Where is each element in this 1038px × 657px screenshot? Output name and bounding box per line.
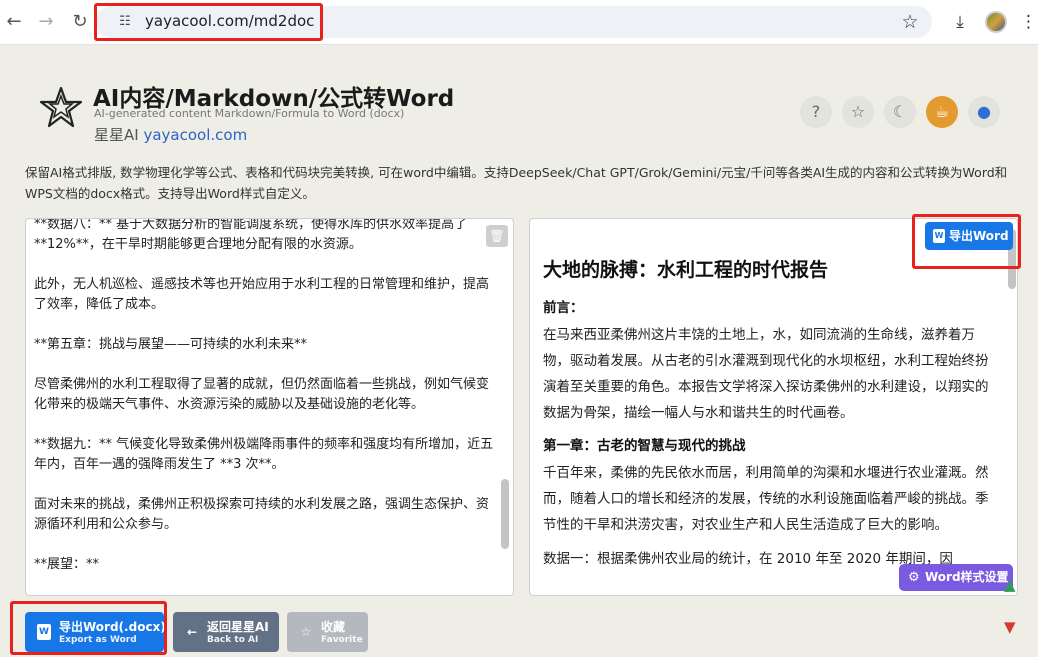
- download-icon[interactable]: ⤓: [948, 10, 972, 34]
- browser-toolbar: ← → ↻ ☷ yayacool.com/md2doc ☆ ⤓ ⋮: [0, 0, 1038, 45]
- browser-menu-icon[interactable]: ⋮: [1020, 10, 1037, 34]
- reload-icon[interactable]: ↻: [68, 10, 92, 34]
- coffee-cup-icon[interactable]: ☕: [926, 96, 958, 128]
- editor-content[interactable]: **数据八：** 基于大数据分析的智能调度系统，使得水库的供水效率提高了 **1…: [34, 218, 494, 595]
- favorite-star-icon[interactable]: ☆: [842, 96, 874, 128]
- favorite-label: 收藏: [321, 620, 346, 634]
- star-icon: ☆: [300, 625, 312, 639]
- editor-line: 面对未来的挑战，柔佛州正积极探索可持续的水利发展之路，强调生态保护、资源循环利用…: [34, 497, 490, 532]
- editor-line: **数据八：** 基于大数据分析的智能调度系统，使得水库的供水效率提高了 **1…: [34, 218, 468, 252]
- editor-line: **第五章：挑战与展望——可持续的水利未来**: [34, 337, 308, 352]
- favorite-button[interactable]: ☆ 收藏 Favorite: [287, 612, 368, 652]
- star-logo-icon: [40, 86, 82, 128]
- feature-description: 保留AI格式排版, 数学物理化学等公式、表格和代码块完美转换, 可在word中编…: [25, 165, 1008, 201]
- word-style-settings-button[interactable]: ⚙ Word样式设置: [899, 564, 1013, 591]
- preview-paragraph: 在马来西亚柔佛州这片丰饶的土地上，水，如同流淌的生命线，滋养着万物，驱动着发展。…: [543, 327, 989, 421]
- dark-mode-moon-icon[interactable]: ☾: [884, 96, 916, 128]
- url-highlight-box: [94, 3, 323, 41]
- back-arrow-icon[interactable]: ←: [2, 10, 26, 34]
- markdown-editor[interactable]: **数据八：** 基于大数据分析的智能调度系统，使得水库的供水效率提高了 **1…: [25, 218, 514, 596]
- gear-icon: ⚙: [908, 570, 920, 585]
- user-account-icon[interactable]: ●: [968, 96, 1000, 128]
- brand-line: 星星AI yayacool.com: [94, 124, 247, 145]
- brand-name: 星星AI: [94, 126, 144, 144]
- editor-scrollbar[interactable]: [501, 479, 509, 549]
- editor-line: 此外，无人机巡检、遥感技术等也开始应用于水利工程的日常管理和维护，提高了效率，降…: [34, 277, 490, 312]
- thumbs-down-icon[interactable]: ▼: [1004, 618, 1016, 636]
- style-settings-label: Word样式设置: [925, 570, 1009, 584]
- page-subtitle: AI-generated content Markdown/Formula to…: [94, 107, 405, 120]
- back-sublabel: Back to AI: [207, 635, 259, 645]
- help-icon[interactable]: ?: [800, 96, 832, 128]
- brand-link[interactable]: yayacool.com: [143, 126, 247, 144]
- editor-line: **展望：**: [34, 557, 100, 572]
- word-preview: 大地的脉搏：水利工程的时代报告 前言： 在马来西亚柔佛州这片丰饶的土地上，水，如…: [529, 218, 1018, 596]
- favorite-sublabel: Favorite: [321, 635, 363, 645]
- preview-paragraph: 千百年来，柔佛的先民依水而居，利用简单的沟渠和水堰进行农业灌溉。然而，随着人口的…: [543, 465, 989, 533]
- preview-preface-heading: 前言：: [543, 300, 584, 316]
- arrow-left-icon: ←: [186, 625, 198, 639]
- back-label: 返回星星AI: [207, 620, 269, 634]
- back-to-ai-button[interactable]: ← 返回星星AI Back to AI: [173, 612, 279, 652]
- preview-content: 大地的脉搏：水利工程的时代报告 前言： 在马来西亚柔佛州这片丰饶的土地上，水，如…: [543, 255, 991, 572]
- editor-line: **数据九：** 气候变化导致柔佛州极端降雨事件的频率和强度均有所增加，近五年内…: [34, 437, 494, 472]
- forward-arrow-icon[interactable]: →: [34, 10, 58, 34]
- bookmark-star-icon[interactable]: ☆: [898, 10, 922, 34]
- export-highlight-box: [912, 214, 1021, 269]
- preview-chapter-heading: 第一章：古老的智慧与现代的挑战: [543, 438, 746, 454]
- export-docx-highlight-box: [10, 601, 167, 655]
- thumbs-up-icon[interactable]: ▲: [1004, 576, 1016, 594]
- clear-trash-icon[interactable]: 🗑: [486, 225, 508, 247]
- editor-line: 尽管柔佛州的水利工程取得了显著的成就，但仍然面临着一些挑战，例如气候变化带来的极…: [34, 377, 490, 412]
- profile-avatar[interactable]: [985, 11, 1007, 33]
